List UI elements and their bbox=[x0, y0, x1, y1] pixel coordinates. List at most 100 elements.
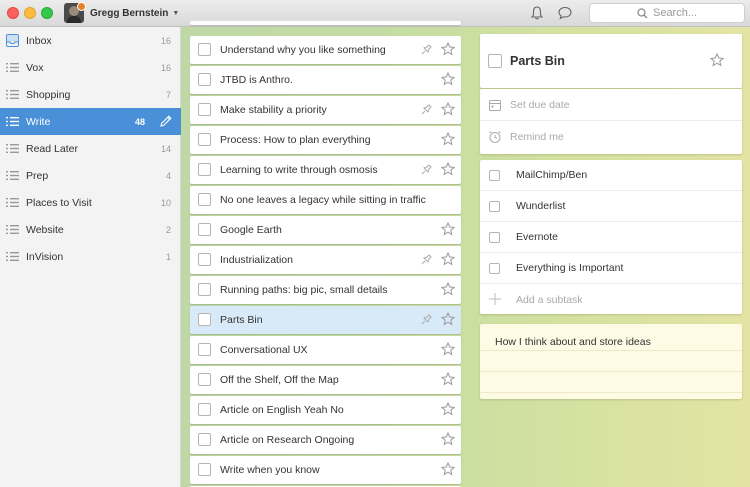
task-row-clipped bbox=[190, 21, 461, 25]
sidebar-item-label: Shopping bbox=[26, 88, 71, 101]
star-icon[interactable] bbox=[441, 432, 455, 446]
star-icon[interactable] bbox=[441, 312, 455, 326]
task-checkbox[interactable] bbox=[198, 223, 211, 236]
task-checkbox[interactable] bbox=[198, 373, 211, 386]
task-row[interactable]: JTBD is Anthro. bbox=[190, 66, 461, 94]
user-name: Gregg Bernstein bbox=[90, 7, 169, 19]
pin-icon bbox=[421, 104, 432, 115]
task-row-selected[interactable]: Parts Bin bbox=[190, 306, 461, 334]
add-subtask-input[interactable]: Add a subtask bbox=[480, 284, 742, 315]
pin-icon bbox=[421, 254, 432, 265]
star-icon[interactable] bbox=[441, 162, 455, 176]
subtask-checkbox[interactable] bbox=[489, 201, 500, 212]
sidebar-item-vox[interactable]: Vox 16 bbox=[0, 54, 181, 81]
task-title: Understand why you like something bbox=[220, 44, 386, 56]
sidebar-item-label: Inbox bbox=[26, 34, 52, 47]
task-row[interactable]: Google Earth bbox=[190, 216, 461, 244]
bell-icon[interactable] bbox=[529, 5, 545, 21]
subtask-checkbox[interactable] bbox=[489, 263, 500, 274]
chat-bubble-icon[interactable] bbox=[557, 5, 573, 21]
note-area[interactable]: How I think about and store ideas bbox=[480, 324, 742, 399]
task-row[interactable]: Article on English Yeah No bbox=[190, 396, 461, 424]
task-checkbox[interactable] bbox=[198, 43, 211, 56]
star-icon[interactable] bbox=[710, 53, 724, 67]
set-due-date-button[interactable]: Set due date bbox=[480, 89, 742, 121]
task-checkbox[interactable] bbox=[198, 253, 211, 266]
subtask-row[interactable]: Wunderlist bbox=[480, 191, 742, 222]
list-icon bbox=[6, 90, 19, 99]
sidebar-item-read-later[interactable]: Read Later 14 bbox=[0, 135, 181, 162]
close-window-button[interactable] bbox=[7, 7, 19, 19]
task-row[interactable]: Understand why you like something bbox=[190, 36, 461, 64]
subtask-checkbox[interactable] bbox=[489, 170, 500, 181]
task-row[interactable]: Make stability a priority bbox=[190, 96, 461, 124]
task-checkbox[interactable] bbox=[198, 163, 211, 176]
sidebar-item-label: Vox bbox=[26, 61, 44, 74]
sidebar-item-count: 16 bbox=[160, 35, 171, 46]
minimize-window-button[interactable] bbox=[24, 7, 36, 19]
star-icon[interactable] bbox=[441, 102, 455, 116]
inbox-icon bbox=[6, 34, 19, 47]
sidebar-item-label: Read Later bbox=[26, 142, 78, 155]
notification-badge-icon bbox=[77, 2, 86, 11]
search-input[interactable]: Search... bbox=[589, 3, 745, 23]
task-checkbox[interactable] bbox=[198, 403, 211, 416]
task-row[interactable]: Learning to write through osmosis bbox=[190, 156, 461, 184]
task-checkbox[interactable] bbox=[198, 433, 211, 446]
list-icon bbox=[6, 117, 19, 126]
detail-task-title[interactable]: Parts Bin bbox=[510, 54, 565, 68]
task-checkbox[interactable] bbox=[198, 73, 211, 86]
task-row[interactable]: Conversational UX bbox=[190, 336, 461, 364]
star-icon[interactable] bbox=[441, 402, 455, 416]
task-checkbox[interactable] bbox=[198, 283, 211, 296]
pencil-icon[interactable] bbox=[159, 114, 173, 128]
subtasks-card: MailChimp/Ben Wunderlist Evernote Everyt… bbox=[480, 160, 742, 314]
task-row[interactable]: Industrialization bbox=[190, 246, 461, 274]
sidebar-item-shopping[interactable]: Shopping 7 bbox=[0, 81, 181, 108]
subtask-row[interactable]: Evernote bbox=[480, 222, 742, 253]
task-row[interactable]: No one leaves a legacy while sitting in … bbox=[190, 186, 461, 214]
sidebar-item-write[interactable]: Write 48 bbox=[0, 108, 181, 135]
user-menu[interactable]: Gregg Bernstein ▼ bbox=[64, 2, 180, 23]
subtask-label: Everything is Important bbox=[516, 262, 624, 274]
search-icon bbox=[637, 7, 648, 18]
zoom-window-button[interactable] bbox=[41, 7, 53, 19]
task-checkbox[interactable] bbox=[198, 133, 211, 146]
sidebar-item-website[interactable]: Website 2 bbox=[0, 216, 181, 243]
task-title: Off the Shelf, Off the Map bbox=[220, 374, 339, 386]
subtask-row[interactable]: Everything is Important bbox=[480, 253, 742, 284]
star-icon[interactable] bbox=[441, 372, 455, 386]
star-icon[interactable] bbox=[441, 42, 455, 56]
star-icon[interactable] bbox=[441, 342, 455, 356]
task-checkbox[interactable] bbox=[198, 193, 211, 206]
task-row[interactable]: Write when you know bbox=[190, 456, 461, 484]
star-icon[interactable] bbox=[441, 462, 455, 476]
task-row[interactable]: Process: How to plan everything bbox=[190, 126, 461, 154]
task-checkbox[interactable] bbox=[198, 313, 211, 326]
subtask-checkbox[interactable] bbox=[489, 232, 500, 243]
chevron-down-icon: ▼ bbox=[172, 9, 180, 17]
task-checkbox[interactable] bbox=[198, 103, 211, 116]
pin-icon bbox=[421, 164, 432, 175]
sidebar-item-count: 2 bbox=[165, 224, 171, 235]
sidebar-item-inbox[interactable]: Inbox 16 bbox=[0, 27, 181, 54]
sidebar-item-label: Write bbox=[26, 115, 51, 128]
star-icon[interactable] bbox=[441, 252, 455, 266]
sidebar-item-places-to-visit[interactable]: Places to Visit 10 bbox=[0, 189, 181, 216]
sidebar-item-prep[interactable]: Prep 4 bbox=[0, 162, 181, 189]
task-row[interactable]: Running paths: big pic, small details bbox=[190, 276, 461, 304]
task-row[interactable]: Off the Shelf, Off the Map bbox=[190, 366, 461, 394]
star-icon[interactable] bbox=[441, 132, 455, 146]
task-row[interactable]: Article on Research Ongoing bbox=[190, 426, 461, 454]
detail-task-checkbox[interactable] bbox=[488, 54, 502, 68]
sidebar-item-invision[interactable]: InVision 1 bbox=[0, 243, 181, 270]
task-checkbox[interactable] bbox=[198, 463, 211, 476]
set-due-date-label: Set due date bbox=[510, 98, 570, 111]
task-checkbox[interactable] bbox=[198, 343, 211, 356]
remind-me-button[interactable]: Remind me bbox=[480, 121, 742, 153]
star-icon[interactable] bbox=[441, 222, 455, 236]
list-icon bbox=[6, 198, 19, 207]
star-icon[interactable] bbox=[441, 72, 455, 86]
star-icon[interactable] bbox=[441, 282, 455, 296]
subtask-row[interactable]: MailChimp/Ben bbox=[480, 160, 742, 191]
